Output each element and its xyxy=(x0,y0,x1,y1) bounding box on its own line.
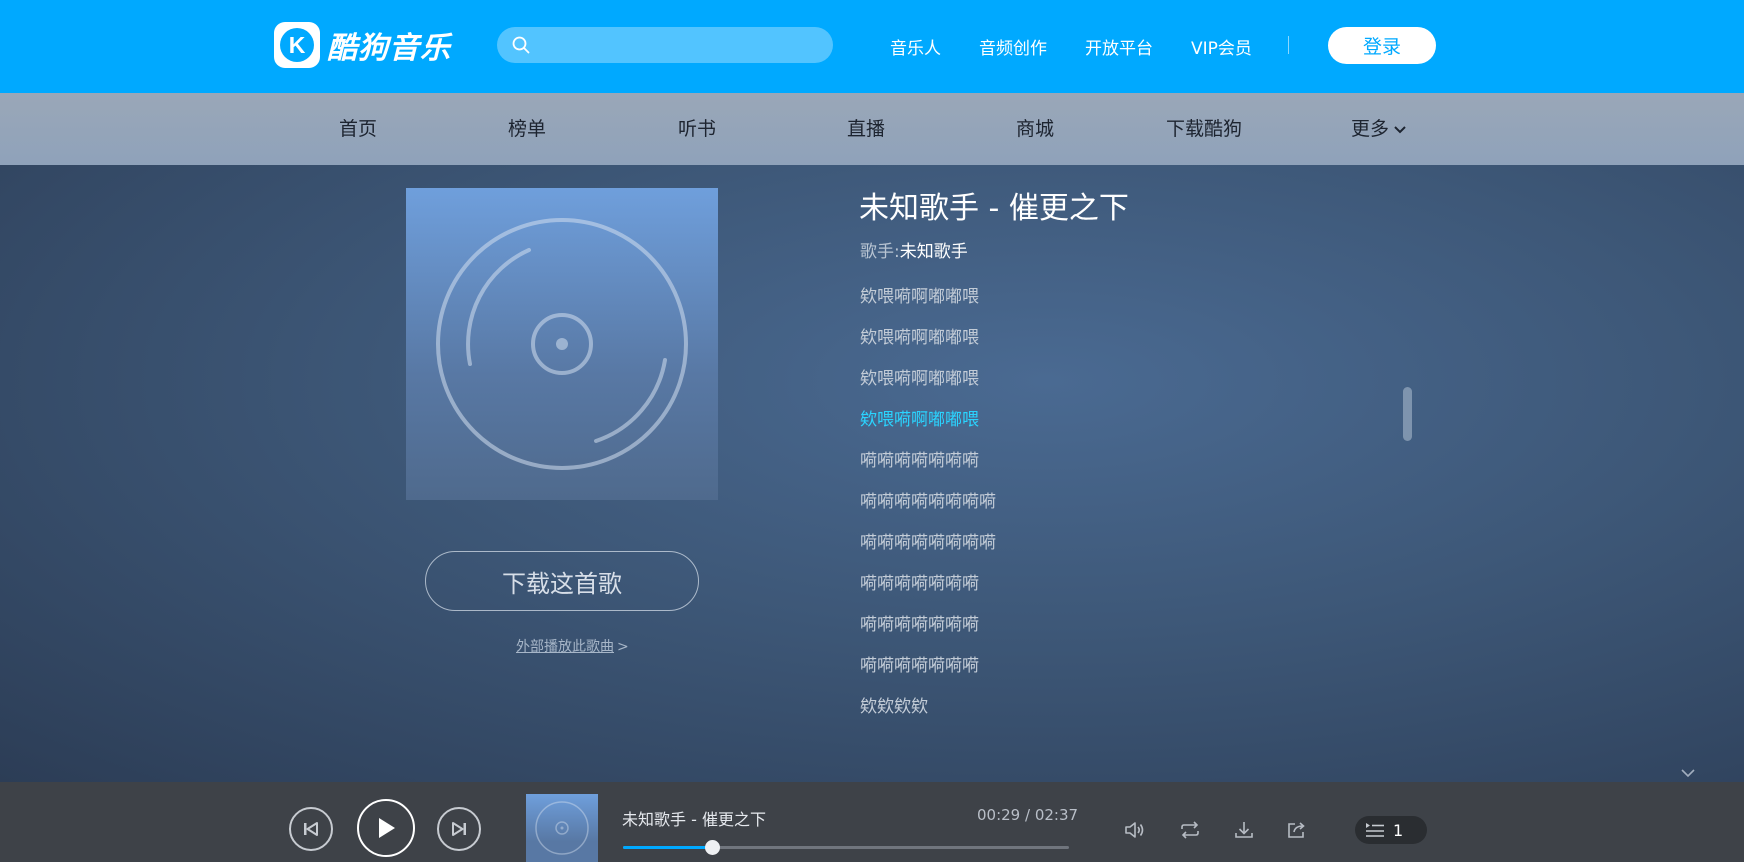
top-link-musician[interactable]: 音乐人 xyxy=(890,34,941,59)
top-link-audio-creation[interactable]: 音频创作 xyxy=(979,34,1047,59)
nav-bar: 首页 榜单 听书 直播 商城 下载酷狗 更多 xyxy=(0,93,1744,165)
play-icon xyxy=(379,818,395,838)
share-button[interactable] xyxy=(1285,818,1309,842)
player-bar: 未知歌手 - 催更之下 00:29 / 02:37 1 xyxy=(0,782,1744,862)
next-track-button[interactable] xyxy=(437,807,481,851)
top-link-open-platform[interactable]: 开放平台 xyxy=(1085,34,1153,59)
album-cover xyxy=(406,188,718,500)
playlist-button[interactable]: 1 xyxy=(1355,816,1427,844)
prev-icon xyxy=(304,822,318,836)
nav-item-home[interactable]: 首页 xyxy=(339,93,377,165)
lyric-line: 欸喂嗬啊嘟嘟喂 xyxy=(860,369,979,389)
nav-item-audiobooks[interactable]: 听书 xyxy=(678,93,716,165)
playlist-count: 1 xyxy=(1393,820,1404,840)
repeat-mode-button[interactable] xyxy=(1178,818,1202,842)
lyric-line: 欸喂嗬啊嘟嘟喂 xyxy=(860,410,979,430)
lyric-line: 嗬嗬嗬嗬嗬嗬嗬 xyxy=(860,574,979,594)
lyrics-scrollbar[interactable] xyxy=(1403,387,1412,441)
volume-button[interactable] xyxy=(1123,818,1147,842)
lyric-line: 欸欸欸欸 xyxy=(860,697,928,717)
search-box[interactable] xyxy=(497,27,833,63)
progress-knob[interactable] xyxy=(705,840,721,855)
player-download-button[interactable] xyxy=(1232,818,1256,842)
disc-icon xyxy=(436,218,688,470)
lyrics-panel: 欸喂嗬啊嘟嘟喂 欸喂嗬啊嘟嘟喂 欸喂嗬啊嘟嘟喂 欸喂嗬啊嘟嘟喂 嗬嗬嗬嗬嗬嗬嗬 … xyxy=(860,277,1380,728)
collapse-player-handle[interactable] xyxy=(1674,763,1702,783)
chevron-down-icon xyxy=(1394,125,1406,133)
logo-icon: K xyxy=(274,22,320,68)
progress-bar[interactable] xyxy=(623,840,1069,855)
lyric-line: 嗬嗬嗬嗬嗬嗬嗬 xyxy=(860,656,979,676)
lyric-line: 嗬嗬嗬嗬嗬嗬嗬 xyxy=(860,451,979,471)
repeat-icon xyxy=(1181,821,1199,839)
download-song-button[interactable]: 下载这首歌 xyxy=(425,551,699,611)
lyric-line: 欸喂嗬啊嘟嘟喂 xyxy=(860,328,979,348)
search-icon xyxy=(512,36,530,54)
external-play-link[interactable]: 外部播放此歌曲 > xyxy=(516,636,629,656)
song-title: 未知歌手 - 催更之下 xyxy=(859,191,1129,226)
login-button[interactable]: 登录 xyxy=(1328,27,1436,64)
total-time: 02:37 xyxy=(1034,806,1079,824)
current-time: 00:29 xyxy=(977,806,1021,824)
lyric-line: 嗬嗬嗬嗬嗬嗬嗬嗬 xyxy=(860,533,996,553)
lyric-line: 欸喂嗬啊嘟嘟喂 xyxy=(860,287,979,307)
volume-icon xyxy=(1125,822,1144,838)
previous-track-button[interactable] xyxy=(289,807,333,851)
top-divider xyxy=(1288,36,1289,54)
nav-item-more[interactable]: 更多 xyxy=(1351,93,1407,165)
artist-label: 歌手: xyxy=(860,242,900,262)
external-play-label: 外部播放此歌曲 xyxy=(516,639,614,655)
progress-fill xyxy=(623,846,713,849)
lyric-line: 嗬嗬嗬嗬嗬嗬嗬 xyxy=(860,615,979,635)
time-separator: / xyxy=(1020,806,1035,824)
chevron-down-icon xyxy=(1681,769,1695,778)
now-playing-title: 未知歌手 - 催更之下 xyxy=(622,810,766,829)
logo-letter: K xyxy=(280,28,314,62)
artist-line: 歌手:未知歌手 xyxy=(860,237,968,262)
nav-item-download[interactable]: 下载酷狗 xyxy=(1166,93,1242,165)
song-detail: 下载这首歌 外部播放此歌曲 > 未知歌手 - 催更之下 歌手:未知歌手 欸喂嗬啊嘟… xyxy=(0,165,1744,782)
play-button[interactable] xyxy=(357,799,415,857)
playback-time: 00:29 / 02:37 xyxy=(977,806,1078,824)
now-playing-cover[interactable] xyxy=(526,794,598,862)
nav-more-label: 更多 xyxy=(1351,118,1390,140)
top-link-vip[interactable]: VIP会员 xyxy=(1191,34,1252,59)
top-links: 音乐人 音频创作 开放平台 VIP会员 xyxy=(890,0,1290,93)
external-play-arrow: > xyxy=(617,639,629,655)
disc-icon xyxy=(535,801,589,855)
nav-item-charts[interactable]: 榜单 xyxy=(508,93,546,165)
lyric-line: 嗬嗬嗬嗬嗬嗬嗬嗬 xyxy=(860,492,996,512)
nav-item-live[interactable]: 直播 xyxy=(847,93,885,165)
share-icon xyxy=(1288,822,1305,838)
next-icon xyxy=(452,822,466,836)
top-bar: K 酷狗音乐 音乐人 音频创作 开放平台 VIP会员 登录 xyxy=(0,0,1744,93)
playlist-icon xyxy=(1366,823,1384,837)
artist-name[interactable]: 未知歌手 xyxy=(900,242,968,262)
logo-text: 酷狗音乐 xyxy=(327,31,451,66)
download-icon xyxy=(1235,822,1253,838)
search-input[interactable] xyxy=(539,27,833,63)
logo[interactable]: K 酷狗音乐 xyxy=(274,22,451,68)
nav-item-store[interactable]: 商城 xyxy=(1016,93,1054,165)
